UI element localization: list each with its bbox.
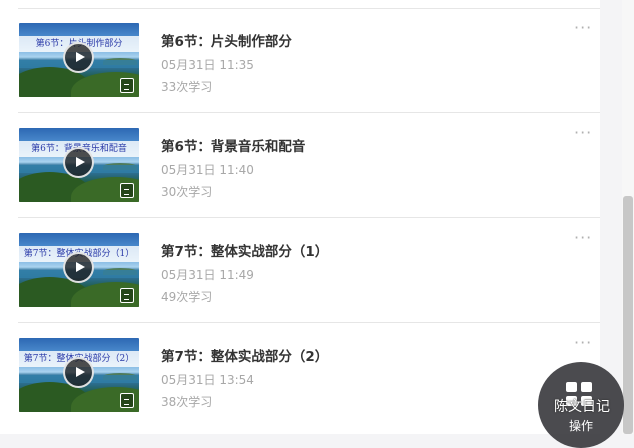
play-icon[interactable]: [63, 147, 94, 178]
lesson-title[interactable]: 第6节：背景音乐和配音: [161, 135, 305, 155]
lesson-views: 33次学习: [161, 80, 213, 94]
video-thumbnail[interactable]: 第6节：背景音乐和配音: [19, 128, 139, 202]
play-icon[interactable]: [63, 357, 94, 388]
more-options-icon[interactable]: ···: [574, 20, 592, 36]
lesson-views: 49次学习: [161, 290, 213, 304]
lesson-date: 05月31日 11:49: [161, 268, 254, 282]
lesson-date: 05月31日 11:40: [161, 163, 254, 177]
operate-label: 操作: [568, 419, 593, 433]
watermark-text: 陈文日记: [554, 399, 610, 415]
document-icon: [120, 393, 134, 408]
lesson-title[interactable]: 第7节：整体实战部分（1）: [161, 240, 328, 260]
more-options-icon[interactable]: ···: [574, 230, 592, 246]
lesson-item[interactable]: 第7节：整体实战部分（2） 第7节：整体实战部分（2） 05月31日 13:54…: [0, 323, 600, 428]
more-options-icon[interactable]: ···: [574, 125, 592, 141]
play-icon[interactable]: [63, 42, 94, 73]
document-icon: [120, 183, 134, 198]
wechat-icon: [516, 398, 534, 412]
lesson-list: 第6节：片头制作部分 第6节：片头制作部分 05月31日 11:35 33次学习…: [0, 0, 600, 434]
lesson-views: 30次学习: [161, 185, 213, 199]
lesson-title[interactable]: 第7节：整体实战部分（2）: [161, 345, 328, 365]
lesson-date: 05月31日 13:54: [161, 373, 254, 387]
video-thumbnail[interactable]: 第7节：整体实战部分（2）: [19, 338, 139, 412]
document-icon: [120, 288, 134, 303]
lesson-date: 05月31日 11:35: [161, 58, 254, 72]
scrollbar-thumb[interactable]: [623, 196, 633, 434]
video-thumbnail[interactable]: 第6节：片头制作部分: [19, 23, 139, 97]
document-icon: [120, 78, 134, 93]
lesson-item[interactable]: 第7节：整体实战部分（1） 第7节：整体实战部分（1） 05月31日 11:49…: [0, 218, 600, 323]
lesson-title[interactable]: 第6节：片头制作部分: [161, 30, 292, 50]
more-options-icon[interactable]: ···: [574, 335, 592, 351]
lesson-item[interactable]: 第6节：背景音乐和配音 第6节：背景音乐和配音 05月31日 11:40 30次…: [0, 113, 600, 218]
lesson-views: 38次学习: [161, 395, 213, 409]
play-icon[interactable]: [63, 252, 94, 283]
lesson-item[interactable]: 第6节：片头制作部分 第6节：片头制作部分 05月31日 11:35 33次学习…: [0, 8, 600, 113]
video-thumbnail[interactable]: 第7节：整体实战部分（1）: [19, 233, 139, 307]
